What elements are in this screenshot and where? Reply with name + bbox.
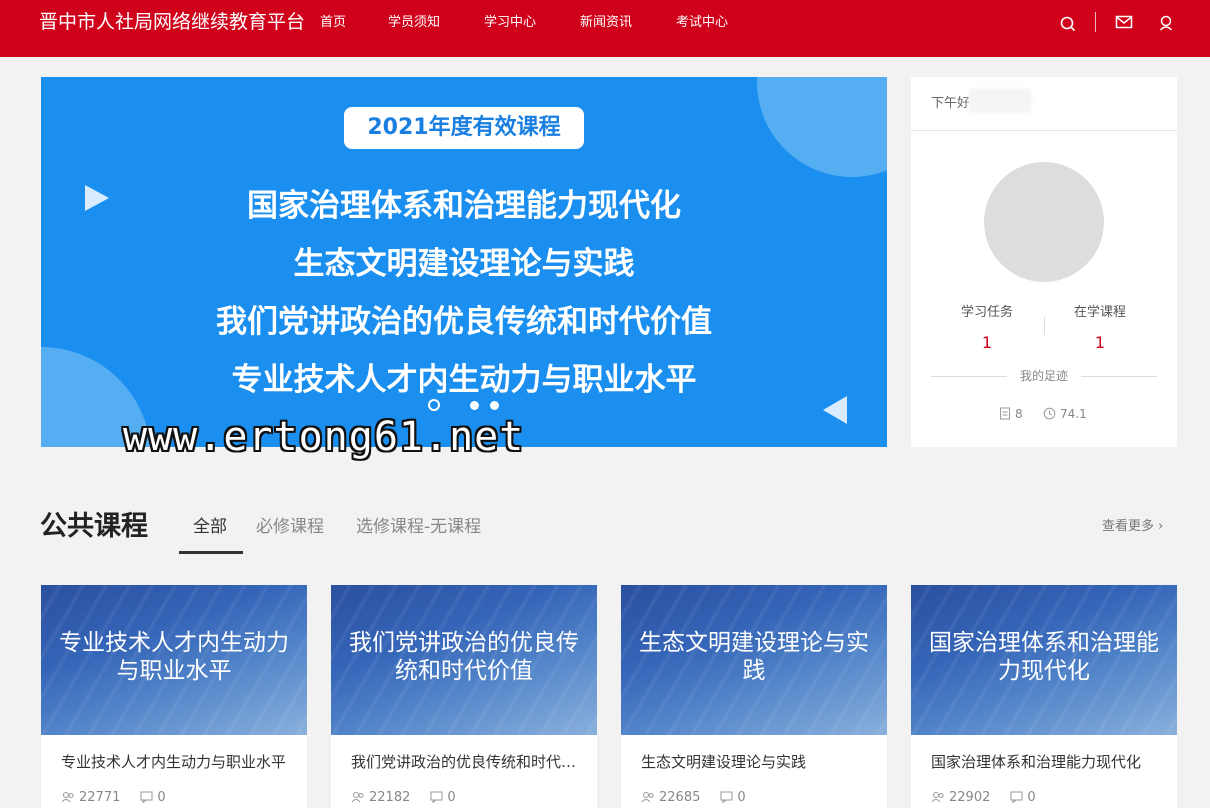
nav-exam-center[interactable]: 考试中心 <box>676 14 728 32</box>
doc-count-value: 8 <box>1015 407 1023 421</box>
greeting-row: 下午好 <box>911 77 1177 131</box>
banner-line: 我们党讲政治的优良传统和时代价值 <box>216 304 712 340</box>
stat-divider <box>1044 317 1045 335</box>
mail-icon[interactable] <box>1114 13 1134 33</box>
comment-count: 0 <box>447 790 456 805</box>
course-meta: 22902 0 <box>931 790 1036 806</box>
nav-home[interactable]: 首页 <box>320 14 346 32</box>
course-card[interactable]: 专业技术人才内生动力与职业水平 专业技术人才内生动力与职业水平 22771 0 <box>41 585 307 808</box>
banner-line: 国家治理体系和治理能力现代化 <box>247 188 681 224</box>
doc-count: 8 <box>999 406 1023 422</box>
search-icon[interactable] <box>1058 13 1078 33</box>
users-icon <box>61 792 74 803</box>
comment-count: 0 <box>157 790 166 805</box>
users-icon <box>351 792 364 803</box>
stat-value-courses[interactable]: 1 <box>1050 333 1150 353</box>
clock-icon <box>1043 407 1056 420</box>
comment-count: 0 <box>1027 790 1036 805</box>
course-cover[interactable]: 国家治理体系和治理能力现代化 <box>911 585 1177 735</box>
course-title[interactable]: 我们党讲政治的优良传统和时代价值 <box>351 752 579 772</box>
carousel-dots <box>428 399 508 411</box>
tab-all[interactable]: 全部 <box>193 514 227 540</box>
watermark: www.ertong61.net <box>123 414 525 460</box>
course-card[interactable]: 生态文明建设理论与实践 生态文明建设理论与实践 22685 0 <box>621 585 887 808</box>
learner-count: 22902 <box>949 790 991 805</box>
comment-icon <box>720 791 733 804</box>
banner-carousel[interactable]: 2021年度有效课程 国家治理体系和治理能力现代化 生态文明建设理论与实践 我们… <box>41 77 887 447</box>
carousel-dot[interactable] <box>490 401 499 410</box>
comment-icon <box>140 791 153 804</box>
stat-value-tasks[interactable]: 1 <box>937 333 1037 353</box>
course-card[interactable]: 国家治理体系和治理能力现代化 国家治理体系和治理能力现代化 22902 0 <box>911 585 1177 808</box>
course-cover-text: 生态文明建设理论与实践 <box>639 630 869 684</box>
divider-line <box>1081 376 1157 377</box>
study-hours: 74.1 <box>1043 406 1087 422</box>
play-triangle-icon <box>823 396 847 424</box>
course-title[interactable]: 生态文明建设理论与实践 <box>641 752 869 772</box>
nav-learning-center[interactable]: 学习中心 <box>484 14 536 32</box>
main-nav: 首页 学员须知 学习中心 新闻资讯 考试中心 <box>0 14 1210 32</box>
header-divider <box>1095 12 1096 32</box>
tab-elective[interactable]: 选修课程-无课程 <box>356 514 481 540</box>
document-icon <box>1000 407 1010 420</box>
course-card[interactable]: 我们党讲政治的优良传统和时代价值 我们党讲政治的优良传统和时代价值 22182 0 <box>331 585 597 808</box>
course-title[interactable]: 国家治理体系和治理能力现代化 <box>931 752 1159 772</box>
course-meta: 22685 0 <box>641 790 746 806</box>
banner-decoration <box>757 77 887 177</box>
learner-count: 22182 <box>369 790 411 805</box>
user-icon[interactable] <box>1156 13 1176 33</box>
banner-line: 专业技术人才内生动力与职业水平 <box>231 362 697 398</box>
user-card: 下午好 学习任务 1 在学课程 1 我的足迹 8 74.1 <box>911 77 1177 447</box>
course-title[interactable]: 专业技术人才内生动力与职业水平 <box>61 752 289 772</box>
course-cover-text: 国家治理体系和治理能力现代化 <box>929 630 1159 684</box>
banner-pill: 2021年度有效课程 <box>344 107 584 149</box>
username-blurred <box>969 89 1031 113</box>
stat-label-tasks[interactable]: 学习任务 <box>937 304 1037 322</box>
active-tab-indicator <box>179 551 243 554</box>
study-hours-value: 74.1 <box>1060 407 1087 421</box>
course-cover[interactable]: 生态文明建设理论与实践 <box>621 585 887 735</box>
nav-news[interactable]: 新闻资讯 <box>580 14 632 32</box>
course-cover[interactable]: 专业技术人才内生动力与职业水平 <box>41 585 307 735</box>
tab-required[interactable]: 必修课程 <box>256 514 324 540</box>
avatar[interactable] <box>984 162 1104 282</box>
carousel-dot[interactable] <box>470 401 479 410</box>
comment-count: 0 <box>737 790 746 805</box>
nav-student-notice[interactable]: 学员须知 <box>388 14 440 32</box>
carousel-dot[interactable] <box>428 399 440 411</box>
learner-count: 22685 <box>659 790 701 805</box>
course-cover-text: 专业技术人才内生动力与职业水平 <box>59 630 289 684</box>
comment-icon <box>430 791 443 804</box>
section-title: 公共课程 <box>40 511 148 542</box>
course-meta: 22182 0 <box>351 790 456 806</box>
banner-line: 生态文明建设理论与实践 <box>293 246 635 282</box>
users-icon <box>931 792 944 803</box>
learner-count: 22771 <box>79 790 121 805</box>
view-more-link[interactable]: 查看更多 › <box>1102 518 1163 536</box>
greeting: 下午好 <box>931 96 971 111</box>
comment-icon <box>1010 791 1023 804</box>
stat-label-courses[interactable]: 在学课程 <box>1050 304 1150 322</box>
users-icon <box>641 792 654 803</box>
course-cover[interactable]: 我们党讲政治的优良传统和时代价值 <box>331 585 597 735</box>
top-navbar: 晋中市人社局网络继续教育平台 首页 学员须知 学习中心 新闻资讯 考试中心 <box>0 0 1210 57</box>
course-meta: 22771 0 <box>61 790 166 806</box>
course-cover-text: 我们党讲政治的优良传统和时代价值 <box>349 630 579 684</box>
